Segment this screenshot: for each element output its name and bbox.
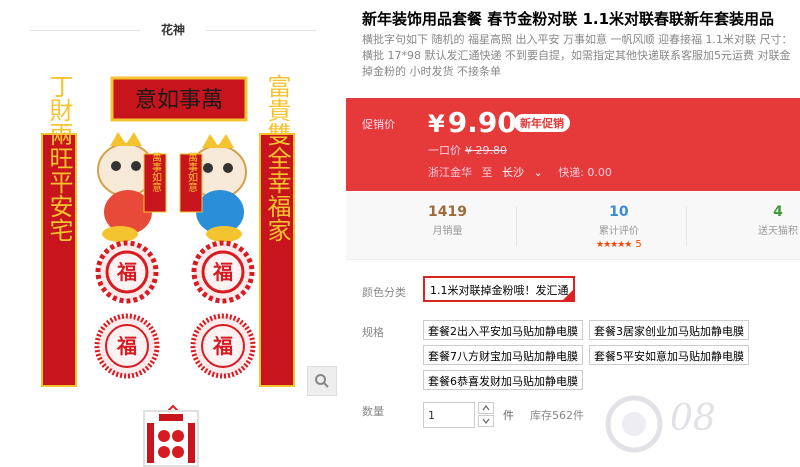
- promo-tag: 新年促销: [514, 114, 570, 132]
- site-watermark: 08: [600, 380, 800, 467]
- product-gallery: 花神 意如事萬 丁財兩旺平安宅 富貴雙全幸福家 萬事如意 萬事如意 福 福 福 …: [0, 0, 346, 467]
- original-price: 一口价 ¥ 29.80: [428, 142, 507, 158]
- scroll-right-text: 萬事如意: [186, 151, 198, 192]
- price-value: 9.90: [447, 106, 517, 139]
- reviews[interactable]: 10 累计评价 ★★★★★ 5: [596, 204, 642, 250]
- qty-unit: 件: [503, 409, 514, 422]
- color-label: 颜色分类: [362, 286, 406, 299]
- promo-price-label: 促销价: [362, 118, 395, 131]
- original-price-label: 一口价: [428, 144, 461, 157]
- spec-option[interactable]: 套餐6恭喜发财加马贴加静电膜: [423, 370, 583, 390]
- original-price-value: ¥ 29.80: [465, 144, 507, 157]
- main-product-image[interactable]: 意如事萬 丁財兩旺平安宅 富貴雙全幸福家 萬事如意 萬事如意 福 福 福 福: [26, 62, 340, 392]
- ship-to-label: 至: [481, 166, 493, 179]
- stats-bar: 1419 月销量 10 累计评价 ★★★★★ 5 4 送天猫积: [346, 192, 800, 260]
- magnifier-icon: [315, 374, 329, 388]
- qty-label: 数量: [362, 405, 384, 418]
- fu-text: 福: [116, 260, 137, 284]
- fu-text: 福: [212, 260, 233, 284]
- spec-option[interactable]: 套餐3居家创业加马贴加静电膜: [589, 320, 749, 340]
- rating-score: 5: [635, 239, 642, 250]
- monthly-sales-label: 月销量: [432, 226, 463, 237]
- zoom-button[interactable]: [307, 366, 337, 396]
- tmall-points: 4 送天猫积: [758, 204, 798, 237]
- mascot-right: 萬事如意: [179, 134, 247, 242]
- chevron-down-icon: [482, 418, 490, 424]
- couplet-illustration: 意如事萬 丁財兩旺平安宅 富貴雙全幸福家 萬事如意 萬事如意 福 福 福 福: [41, 74, 295, 387]
- tmall-points-label: 送天猫积: [758, 226, 798, 237]
- product-title: 新年装饰用品套餐 春节金粉对联 1.1米对联春联新年套装用品: [362, 10, 775, 28]
- fu-text: 福: [212, 334, 233, 358]
- monthly-sales-value: 1419: [428, 204, 467, 220]
- spec-label: 规格: [362, 326, 384, 339]
- fu-paper-cut-4: 福: [190, 313, 256, 379]
- divider: [686, 206, 687, 246]
- spec-option[interactable]: 套餐5平安如意加马贴加静电膜: [589, 345, 749, 365]
- fu-paper-cut-2: 福: [191, 240, 255, 304]
- shop-header: 花神: [30, 14, 316, 44]
- spec-option[interactable]: 套餐7八方财宝加马贴加静电膜: [423, 345, 583, 365]
- ship-destination-select[interactable]: 长沙 ⌄: [502, 166, 549, 179]
- right-couplet-text: 富貴雙全幸福家: [263, 74, 291, 242]
- banner-text: 意如事萬: [135, 88, 223, 113]
- fu-paper-cut-1: 福: [95, 240, 159, 304]
- ship-from: 浙江金华: [428, 166, 472, 179]
- thumbnail-image: [147, 414, 195, 463]
- mascot-left: 萬事如意: [97, 132, 167, 242]
- chevron-down-icon: ⌄: [533, 166, 543, 179]
- watermark-text: 08: [670, 398, 716, 439]
- color-option-selected[interactable]: 1.1米对联掉金粉哦！发汇通: [423, 276, 575, 302]
- reviews-value: 10: [609, 204, 629, 220]
- tmall-points-value: 4: [773, 204, 783, 220]
- color-option-text: 1.1米对联掉金粉哦！发汇通: [430, 284, 569, 297]
- thumb-scroll-up[interactable]: [166, 398, 180, 412]
- chevron-up-icon: [482, 405, 490, 411]
- spec-option[interactable]: 套餐2出入平安加马贴加静电膜: [423, 320, 583, 340]
- reviews-label: 累计评价: [598, 226, 639, 237]
- shipping-info: 浙江金华 至 长沙 ⌄ 快递: 0.00: [428, 164, 618, 180]
- product-subtitle: 横批字句如下 随机的 福星高照 出入平安 万事如意 一帆风顺 迎春接福 1.1米…: [362, 33, 793, 78]
- qty-decrease-button[interactable]: [478, 415, 494, 427]
- divider: [516, 206, 517, 246]
- price-panel: 促销价 ¥ 9.90 新年促销 一口价 ¥ 29.80 浙江金华 至 长沙 ⌄ 快…: [346, 98, 800, 191]
- ship-destination: 长沙: [502, 166, 524, 179]
- fu-paper-cut-3: 福: [94, 313, 160, 379]
- left-couplet-text: 丁財兩旺平安宅: [45, 74, 73, 242]
- scroll-left-text: 萬事如意: [150, 151, 162, 192]
- selected-check-icon: [563, 290, 573, 300]
- promo-price: ¥ 9.90: [428, 106, 517, 139]
- qty-increase-button[interactable]: [478, 402, 494, 414]
- quantity-input[interactable]: [423, 402, 475, 428]
- rating-stars: ★★★★★ 5: [596, 239, 642, 250]
- thumbnail[interactable]: [143, 410, 199, 467]
- fu-text: 福: [116, 334, 137, 358]
- divider: [206, 30, 316, 31]
- star-icons: ★★★★★: [596, 240, 632, 250]
- delivery-fee: 快递: 0.00: [558, 166, 612, 179]
- monthly-sales: 1419 月销量: [428, 204, 467, 237]
- stock-count: 库存562件: [530, 409, 584, 422]
- currency-symbol: ¥: [428, 110, 445, 138]
- watermark-logo-icon: [605, 395, 663, 453]
